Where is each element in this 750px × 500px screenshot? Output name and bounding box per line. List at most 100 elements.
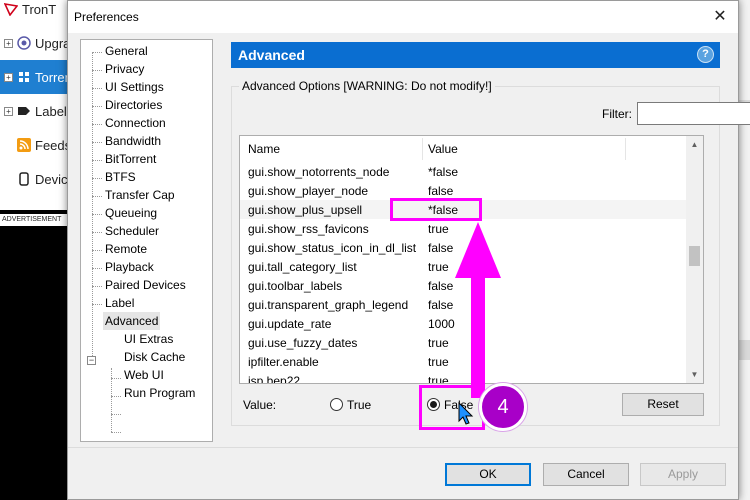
row-value: false	[428, 241, 454, 255]
row-value: 1000	[428, 317, 455, 331]
tree-item-scheduler[interactable]: Scheduler	[103, 222, 161, 240]
tree-item-ui-extras[interactable]: UI Extras	[122, 330, 175, 348]
row-name: isp.bep22	[248, 374, 301, 384]
column-separator[interactable]	[625, 138, 626, 160]
torrents-icon	[17, 70, 31, 84]
radio-true-label[interactable]: True	[347, 398, 371, 412]
radio-true[interactable]	[330, 398, 343, 411]
tree-item-queueing[interactable]: Queueing	[103, 204, 159, 222]
device-icon	[17, 172, 31, 186]
tree-item-paired-devices[interactable]: Paired Devices	[103, 276, 188, 294]
scroll-down-icon[interactable]: ▼	[686, 366, 703, 383]
table-row[interactable]: isp.bep22 true	[240, 371, 687, 384]
tree-guide-line	[92, 178, 102, 179]
expand-icon[interactable]: +	[4, 38, 13, 48]
advertisement-label: ADVERTISEMENT	[0, 214, 72, 226]
reset-button[interactable]: Reset	[622, 393, 704, 416]
bg-sidebar-label: Devic	[35, 171, 68, 187]
tree-item-bandwidth[interactable]: Bandwidth	[103, 132, 163, 150]
tree-guide-line	[92, 124, 102, 125]
tree-guide-line	[92, 160, 102, 161]
tree-item-connection[interactable]: Connection	[103, 114, 168, 132]
filter-label: Filter:	[602, 107, 632, 121]
table-row[interactable]: gui.show_notorrents_node *false	[240, 162, 687, 181]
tree-item-privacy[interactable]: Privacy	[103, 60, 146, 78]
tree-item-ui-settings[interactable]: UI Settings	[103, 78, 166, 96]
bg-sidebar-label: Feeds	[35, 137, 72, 153]
tree-guide-line	[92, 214, 102, 215]
tree-item-directories[interactable]: Directories	[103, 96, 164, 114]
tree-item-bittorrent[interactable]: BitTorrent	[103, 150, 158, 168]
label-icon	[17, 104, 31, 118]
tree-item-disk-cache[interactable]: Disk Cache	[122, 348, 187, 366]
tree-guide-line	[92, 52, 102, 53]
tree-guide-line	[92, 70, 102, 71]
expand-icon[interactable]: +	[4, 72, 13, 82]
row-value: *false	[428, 165, 459, 179]
panel-header: Advanced ?	[231, 42, 720, 68]
row-name: gui.show_player_node	[248, 184, 369, 198]
cancel-button[interactable]: Cancel	[543, 463, 629, 486]
tree-guide-line	[92, 106, 102, 107]
list-scrollbar[interactable]: ▲ ▼	[686, 136, 703, 383]
bg-sidebar-item-feeds[interactable]: Feeds	[0, 128, 72, 162]
collapse-icon[interactable]: −	[87, 356, 96, 365]
table-row[interactable]: gui.use_fuzzy_dates true	[240, 333, 687, 352]
tree-item-transfer-cap[interactable]: Transfer Cap	[103, 186, 177, 204]
table-row[interactable]: gui.toolbar_labels false	[240, 276, 687, 295]
close-icon[interactable]: ✕	[710, 7, 730, 27]
row-value: true	[428, 260, 449, 274]
bg-sidebar-item-torrents[interactable]: + Torren	[0, 60, 72, 94]
column-header-value[interactable]: Value	[428, 142, 458, 156]
table-row[interactable]: ipfilter.enable true	[240, 352, 687, 371]
column-separator[interactable]	[422, 138, 423, 160]
row-name: gui.show_notorrents_node	[248, 165, 390, 179]
tree-guide-line	[111, 432, 121, 433]
tree-guide-line	[111, 378, 121, 379]
row-value: true	[428, 336, 449, 350]
dialog-titlebar[interactable]: Preferences ✕	[68, 1, 738, 33]
bg-sidebar-item-label[interactable]: + Label	[0, 94, 72, 128]
dialog-title: Preferences	[74, 10, 139, 24]
row-name: gui.show_rss_favicons	[248, 222, 369, 236]
expand-icon[interactable]: +	[4, 106, 13, 116]
tree-item-run-program[interactable]: Run Program	[122, 384, 197, 402]
scroll-thumb[interactable]	[689, 246, 700, 266]
tree-guide-line	[92, 304, 102, 305]
row-value: false	[428, 298, 454, 312]
tree-item-general[interactable]: General	[103, 42, 150, 60]
bg-sidebar-item-devices[interactable]: Devic	[0, 162, 72, 196]
row-value: false	[428, 184, 454, 198]
table-row[interactable]: gui.transparent_graph_legend false	[240, 295, 687, 314]
bg-sidebar-item-tron[interactable]: TronT	[0, 0, 72, 26]
arrow-shaft	[471, 274, 485, 398]
row-value: true	[428, 374, 449, 384]
mouse-cursor-icon	[458, 402, 474, 425]
table-row[interactable]: gui.update_rate 1000	[240, 314, 687, 333]
arrow-up-icon	[455, 222, 501, 278]
row-name: gui.toolbar_labels	[248, 279, 343, 293]
tree-item-label[interactable]: Label	[103, 294, 136, 312]
background-sidebar: TronT + Upgra + Torren + Label Feeds Dev…	[0, 0, 72, 210]
tree-item-btfs[interactable]: BTFS	[103, 168, 138, 186]
step-number-badge: 4	[479, 383, 527, 431]
tree-item-playback[interactable]: Playback	[103, 258, 156, 276]
category-tree[interactable]: General Privacy UI Settings Directories …	[80, 39, 213, 442]
help-icon[interactable]: ?	[697, 46, 714, 63]
tree-item-remote[interactable]: Remote	[103, 240, 149, 258]
tree-guide-line	[92, 52, 93, 360]
tree-item-web-ui[interactable]: Web UI	[122, 366, 166, 384]
apply-button[interactable]: Apply	[640, 463, 726, 486]
row-name: gui.show_plus_upsell	[248, 203, 363, 217]
tree-guide-line	[111, 396, 121, 397]
ok-button[interactable]: OK	[445, 463, 531, 486]
filter-input[interactable]	[637, 102, 750, 125]
row-name: gui.use_fuzzy_dates	[248, 336, 358, 350]
column-header-name[interactable]: Name	[248, 142, 280, 156]
tree-item-advanced[interactable]: Advanced	[103, 312, 161, 330]
scroll-up-icon[interactable]: ▲	[686, 136, 703, 153]
tree-guide-line	[111, 414, 121, 415]
bg-sidebar-item-upgrade[interactable]: + Upgra	[0, 26, 72, 60]
tree-guide-line	[92, 250, 102, 251]
value-label: Value:	[243, 398, 277, 412]
